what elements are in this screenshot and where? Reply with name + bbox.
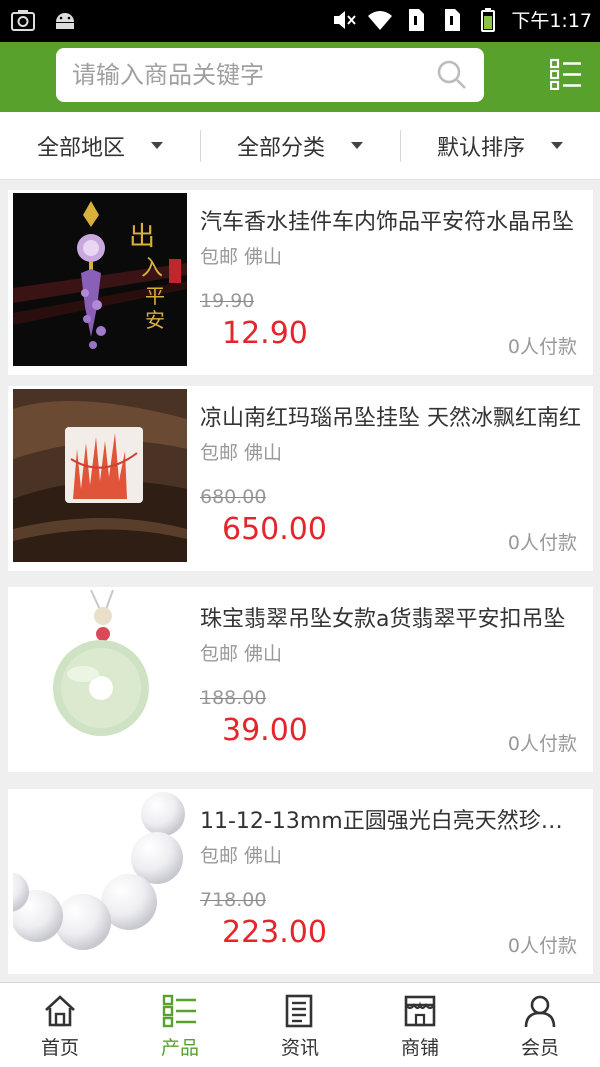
clock: 下午1:17 — [511, 10, 592, 32]
sim2-icon — [445, 8, 461, 31]
product-item[interactable]: 凉山南红玛瑙吊坠挂坠 天然冰飘红南红 包邮 佛山 680.00 650.00 0… — [8, 386, 593, 571]
product-price: 650.00 — [222, 512, 327, 547]
nav-label: 产品 — [160, 1037, 199, 1059]
screenshot-icon — [11, 10, 35, 31]
mute-icon — [334, 10, 357, 29]
nav-label: 商铺 — [400, 1037, 439, 1059]
product-sales: 0人付款 — [507, 336, 577, 358]
menu-icon[interactable] — [550, 58, 582, 90]
nav-home[interactable]: 首页 — [0, 983, 120, 1067]
filter-bar: 全部地区 全部分类 默认排序 — [0, 112, 600, 180]
filter-label: 默认排序 — [436, 135, 525, 161]
svg-text:入: 入 — [141, 256, 163, 281]
product-image-agate[interactable] — [13, 389, 187, 562]
product-sales: 0人付款 — [507, 532, 577, 554]
bottom-nav: 首页 产品 资讯 商铺 会员 — [0, 982, 600, 1067]
search-input[interactable] — [72, 48, 422, 102]
product-original-price: 718.00 — [200, 889, 267, 911]
nav-news[interactable]: 资讯 — [240, 983, 360, 1067]
product-sales: 0人付款 — [507, 935, 577, 957]
filter-sort[interactable]: 默认排序 — [400, 112, 600, 179]
product-original-price: 19.90 — [200, 290, 255, 312]
product-price: 223.00 — [222, 915, 327, 950]
product-title[interactable]: 凉山南红玛瑙吊坠挂坠 天然冰飘红南红 — [200, 400, 584, 432]
product-price: 39.00 — [222, 713, 308, 748]
home-icon — [45, 995, 75, 1027]
svg-text:平: 平 — [145, 284, 165, 308]
nav-label: 会员 — [520, 1037, 559, 1059]
nav-member[interactable]: 会员 — [480, 983, 600, 1067]
product-location: 包邮 佛山 — [200, 442, 283, 464]
nav-products[interactable]: 产品 — [120, 983, 240, 1067]
caret-down-icon — [551, 142, 563, 149]
product-price: 12.90 — [222, 316, 308, 351]
filter-label: 全部分类 — [236, 135, 325, 161]
svg-text:出: 出 — [129, 222, 155, 252]
news-icon — [285, 994, 313, 1028]
nav-label: 首页 — [40, 1037, 79, 1059]
product-title[interactable]: 汽车香水挂件车内饰品平安符水晶吊坠 — [200, 204, 584, 236]
product-image-pearl[interactable] — [13, 792, 187, 965]
shop-icon — [404, 995, 436, 1027]
search-icon[interactable] — [436, 59, 468, 91]
wifi-icon — [368, 10, 393, 30]
product-item[interactable]: 出 入 平 安 汽车香水挂件车内饰品平安符水晶吊坠 包邮 佛山 19.90 12… — [8, 190, 593, 375]
nav-shop[interactable]: 商铺 — [360, 983, 480, 1067]
product-original-price: 680.00 — [200, 486, 267, 508]
product-location: 包邮 佛山 — [200, 643, 283, 665]
battery-icon — [481, 7, 496, 32]
nav-label: 资讯 — [280, 1037, 319, 1059]
caret-down-icon — [151, 142, 163, 149]
filter-region[interactable]: 全部地区 — [0, 112, 200, 179]
android-icon — [56, 13, 74, 29]
filter-category[interactable]: 全部分类 — [200, 112, 400, 179]
product-original-price: 188.00 — [200, 687, 267, 709]
filter-label: 全部地区 — [36, 135, 125, 161]
caret-down-icon — [351, 142, 363, 149]
product-location: 包邮 佛山 — [200, 246, 283, 268]
svg-text:安: 安 — [145, 308, 165, 332]
product-image-jade[interactable] — [13, 590, 187, 763]
search-box[interactable] — [56, 48, 484, 102]
products-icon — [162, 994, 196, 1028]
product-title[interactable]: 珠宝翡翠吊坠女款a货翡翠平安扣吊坠 — [200, 601, 584, 633]
product-location: 包邮 佛山 — [200, 845, 283, 867]
header-bar — [0, 42, 600, 112]
product-image-charm[interactable]: 出 入 平 安 — [13, 193, 187, 366]
sim1-icon — [409, 8, 425, 31]
product-sales: 0人付款 — [507, 733, 577, 755]
product-item[interactable]: 珠宝翡翠吊坠女款a货翡翠平安扣吊坠 包邮 佛山 188.00 39.00 0人付… — [8, 587, 593, 772]
member-icon — [524, 995, 556, 1028]
status-bar: 下午1:17 — [0, 0, 600, 42]
product-title[interactable]: 11-12-13mm正圆强光白亮天然珍珠项链 — [200, 803, 584, 835]
product-item[interactable]: 11-12-13mm正圆强光白亮天然珍珠项链 包邮 佛山 718.00 223.… — [8, 789, 593, 974]
